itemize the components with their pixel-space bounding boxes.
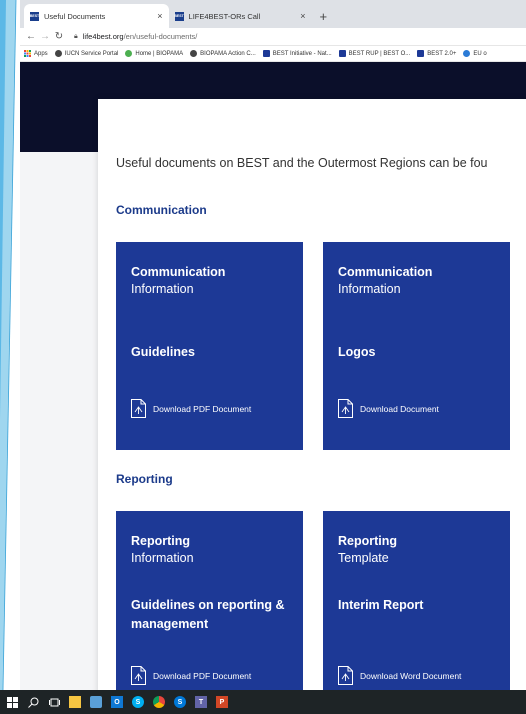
eu-flag-icon bbox=[262, 50, 270, 57]
apps-grid-icon bbox=[24, 50, 31, 57]
bookmark-home-biopama[interactable]: Home | BIOPAMA bbox=[125, 50, 183, 57]
reload-icon[interactable]: ↻ bbox=[52, 31, 66, 42]
app-icon[interactable] bbox=[90, 696, 102, 708]
doc-tile-communication-logos[interactable]: Communication Information Logos Download… bbox=[323, 242, 510, 450]
new-tab-button[interactable]: + bbox=[320, 9, 328, 24]
tile-heading: Reporting bbox=[131, 534, 191, 548]
outlook-icon[interactable]: O bbox=[111, 696, 123, 708]
tile-document-name: Guidelines on reporting & management bbox=[131, 598, 285, 631]
tile-document-name: Guidelines bbox=[131, 345, 195, 359]
tile-document-name: Logos bbox=[338, 345, 376, 359]
globe-icon bbox=[190, 50, 198, 57]
lock-icon: 🔒︎ bbox=[74, 32, 78, 40]
powerpoint-icon[interactable]: P bbox=[216, 696, 228, 708]
forward-arrow-icon[interactable]: → bbox=[38, 31, 52, 42]
slide-edge-decoration bbox=[0, 0, 20, 690]
bookmark-label: EU o bbox=[473, 50, 487, 57]
section-title-reporting: Reporting bbox=[116, 472, 173, 486]
bookmark-label: BEST RUP | BEST O... bbox=[348, 50, 411, 57]
bookmark-apps[interactable]: Apps bbox=[24, 50, 48, 57]
bookmark-label: Apps bbox=[34, 50, 48, 57]
doc-tile-communication-guidelines[interactable]: Communication Information Guidelines Dow… bbox=[116, 242, 303, 450]
tile-subheading: Information bbox=[131, 282, 194, 296]
skype-icon[interactable]: S bbox=[132, 696, 144, 708]
skype-business-icon[interactable]: S bbox=[174, 696, 186, 708]
close-tab-icon[interactable]: × bbox=[300, 11, 305, 21]
web-page: Useful documents on BEST and the Outermo… bbox=[20, 62, 526, 690]
document-download-icon bbox=[131, 666, 146, 685]
tile-subheading: Information bbox=[338, 282, 401, 296]
tile-document-name: Interim Report bbox=[338, 598, 424, 612]
doc-tile-reporting-guidelines[interactable]: Reporting Information Guidelines on repo… bbox=[116, 511, 303, 690]
tile-subheading: Template bbox=[338, 551, 389, 565]
file-explorer-icon[interactable] bbox=[69, 696, 81, 708]
best-icon bbox=[338, 50, 346, 57]
close-tab-icon[interactable]: × bbox=[157, 11, 162, 21]
download-label: Download PDF Document bbox=[153, 403, 252, 414]
tile-heading: Reporting bbox=[338, 534, 398, 548]
tab-useful-documents[interactable]: BEST Useful Documents × bbox=[24, 4, 169, 28]
windows-taskbar: O S S T P bbox=[0, 690, 526, 714]
biopama-icon bbox=[125, 50, 133, 57]
bookmark-best-2[interactable]: BEST 2.0+ bbox=[417, 50, 456, 57]
tile-heading: Communication bbox=[338, 265, 433, 279]
bookmark-label: Home | BIOPAMA bbox=[135, 50, 184, 57]
teams-icon[interactable]: T bbox=[195, 696, 207, 708]
address-bar: ← → ↻ 🔒︎ life4best.org /en/useful-docume… bbox=[20, 28, 526, 46]
browser-window: BEST Useful Documents × BEST LIFE4BEST-O… bbox=[20, 0, 526, 690]
content-card: Useful documents on BEST and the Outermo… bbox=[98, 99, 526, 690]
bookmark-label: BEST Initiative - Nat... bbox=[272, 50, 332, 57]
bookmark-label: BEST 2.0+ bbox=[427, 50, 457, 57]
tab-title: LIFE4BEST-ORs Call bbox=[188, 11, 261, 21]
url-path: /en/useful-documents/ bbox=[123, 32, 198, 41]
document-download-icon bbox=[338, 399, 353, 418]
bookmark-biopama-action[interactable]: BIOPAMA Action C... bbox=[190, 50, 256, 57]
document-download-icon bbox=[131, 399, 146, 418]
tab-strip: BEST Useful Documents × BEST LIFE4BEST-O… bbox=[20, 0, 526, 28]
intro-text: Useful documents on BEST and the Outermo… bbox=[116, 156, 488, 170]
download-link[interactable]: Download Word Document bbox=[338, 666, 461, 685]
bookmark-eu[interactable]: EU o bbox=[463, 50, 487, 57]
bookmark-iucn-service-portal[interactable]: IUCN Service Portal bbox=[54, 50, 119, 57]
bookmarks-bar: Apps IUCN Service Portal Home | BIOPAMA … bbox=[20, 46, 526, 62]
edge-icon bbox=[463, 50, 471, 57]
tile-subheading: Information bbox=[131, 551, 194, 565]
tab-life4best-call[interactable]: BEST LIFE4BEST-ORs Call × bbox=[169, 4, 312, 28]
bookmark-label: BIOPAMA Action C... bbox=[200, 50, 256, 57]
download-label: Download PDF Document bbox=[153, 670, 252, 681]
bookmark-label: IUCN Service Portal bbox=[64, 50, 119, 57]
doc-tile-interim-report[interactable]: Reporting Template Interim Report Downlo… bbox=[323, 511, 510, 690]
best-favicon-icon: BEST bbox=[30, 11, 39, 21]
windows-start-icon[interactable] bbox=[6, 696, 18, 708]
url-field[interactable]: 🔒︎ life4best.org /en/useful-documents/ bbox=[74, 32, 197, 41]
best-icon bbox=[417, 50, 425, 57]
bookmark-best-initiative[interactable]: BEST Initiative - Nat... bbox=[262, 50, 332, 57]
section-title-communication: Communication bbox=[116, 203, 207, 217]
download-link[interactable]: Download PDF Document bbox=[131, 666, 251, 685]
url-host: life4best.org bbox=[82, 32, 124, 41]
task-view-icon[interactable] bbox=[48, 696, 60, 708]
tab-title: Useful Documents bbox=[44, 11, 106, 21]
search-icon[interactable] bbox=[27, 696, 39, 708]
download-link[interactable]: Download Document bbox=[338, 399, 439, 418]
chrome-icon[interactable] bbox=[153, 696, 165, 708]
back-arrow-icon[interactable]: ← bbox=[24, 31, 38, 42]
globe-icon bbox=[54, 50, 62, 57]
tile-heading: Communication bbox=[131, 265, 226, 279]
best-favicon-icon: BEST bbox=[174, 11, 184, 21]
download-link[interactable]: Download PDF Document bbox=[131, 399, 251, 418]
document-download-icon bbox=[338, 666, 353, 685]
download-label: Download Document bbox=[360, 403, 439, 414]
bookmark-best-rup[interactable]: BEST RUP | BEST O... bbox=[338, 50, 411, 57]
download-label: Download Word Document bbox=[360, 670, 462, 681]
